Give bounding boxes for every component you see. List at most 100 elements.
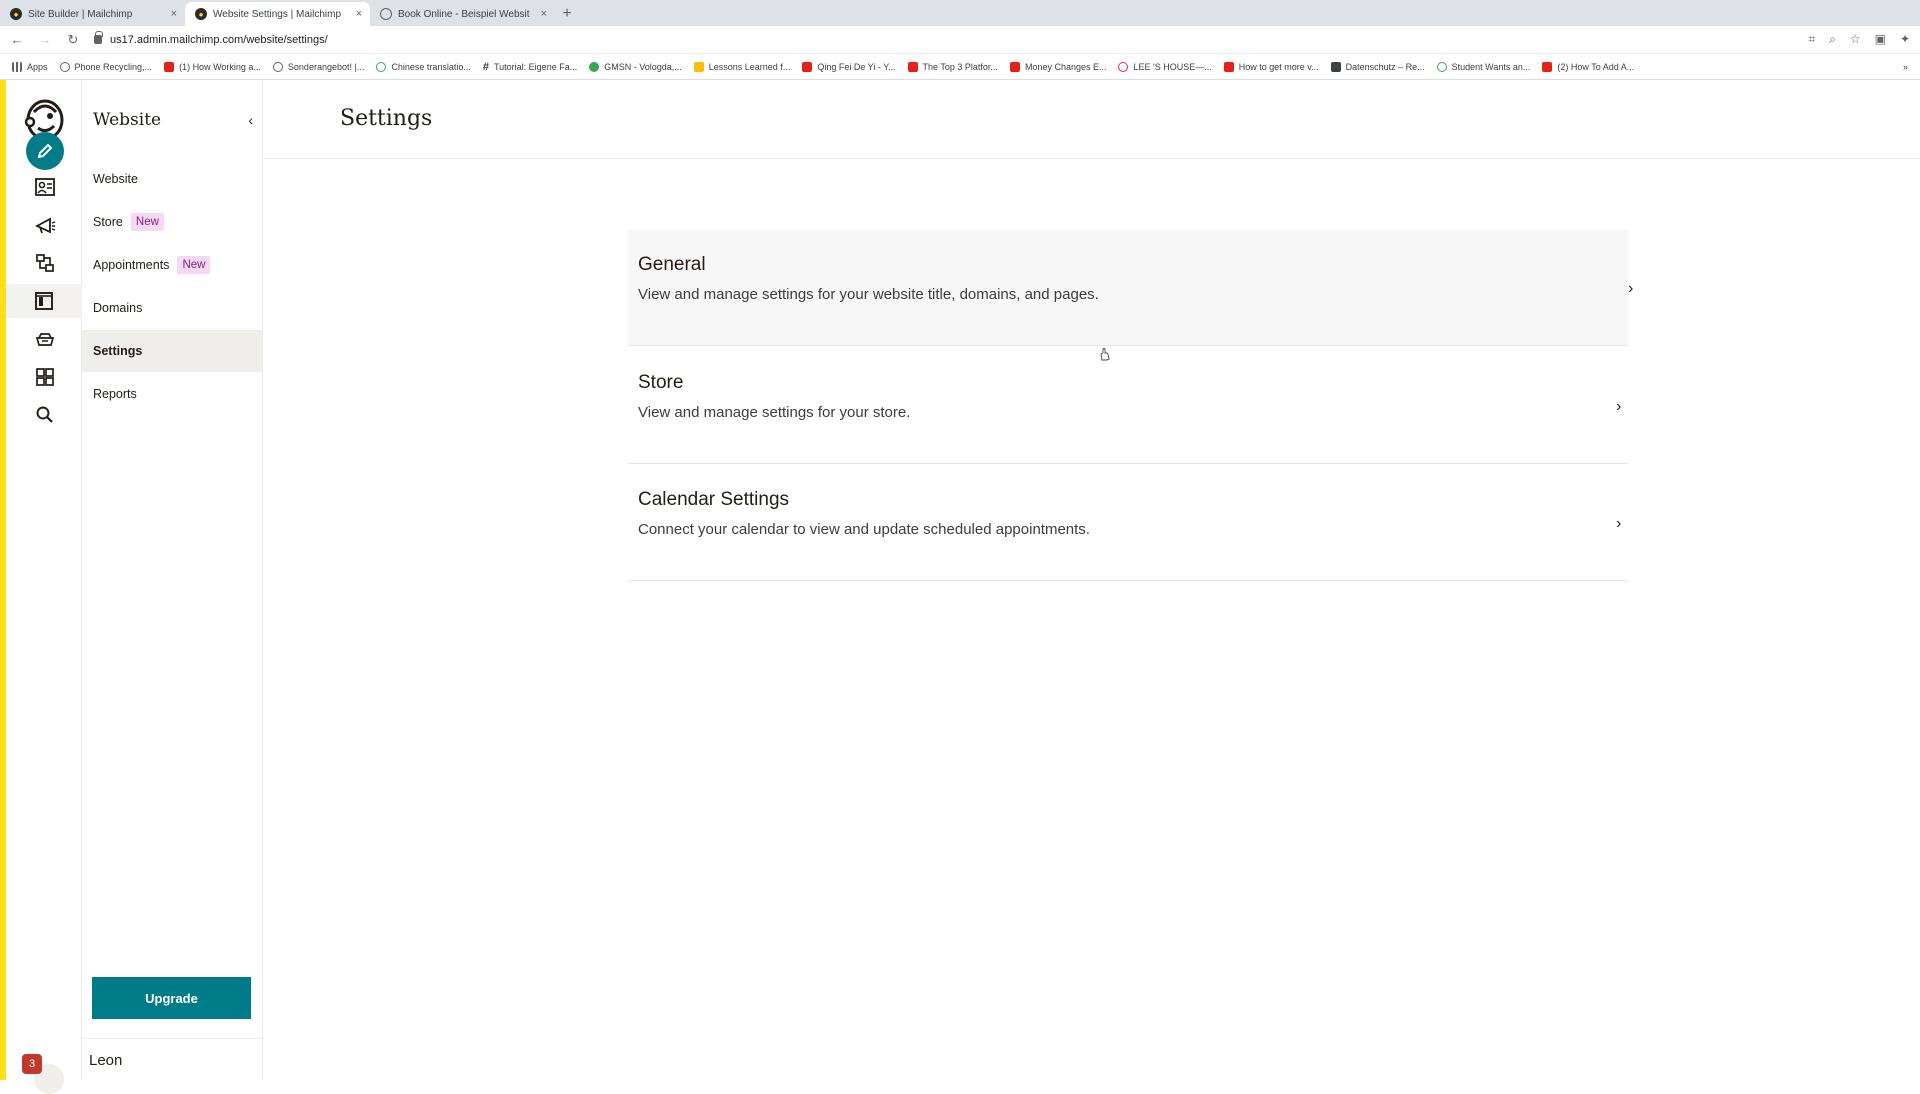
bookmark-label: Lessons Learned f... — [708, 61, 791, 72]
new-tab-button[interactable]: + — [555, 2, 579, 26]
browser-tab-book-online[interactable]: Book Online - Beispiel Websit × — [370, 2, 555, 26]
tab-close-icon[interactable]: × — [171, 8, 177, 20]
url-text: us17.admin.mailchimp.com/website/setting… — [110, 33, 328, 46]
new-badge: New — [177, 256, 211, 274]
youtube-icon — [1009, 61, 1020, 72]
collapse-chevron-icon[interactable]: ‹ — [248, 112, 253, 128]
bookmark-label: Datenschutz – Re... — [1345, 61, 1425, 72]
search-icon[interactable] — [28, 398, 62, 432]
bookmark-label: Tutorial: Eigene Fa... — [494, 61, 578, 72]
bookmark-item[interactable]: Student Wants an... — [1436, 61, 1530, 72]
browser-tab-site-builder[interactable]: ● Site Builder | Mailchimp × — [0, 2, 185, 26]
bookmark-label: (2) How To Add A... — [1557, 61, 1635, 72]
back-icon[interactable]: ← — [10, 32, 24, 47]
subnav-item-store[interactable]: Store New — [82, 201, 263, 243]
bookmark-label: Qing Fei De Yi - Y... — [817, 61, 896, 72]
bookmark-item[interactable]: # Tutorial: Eigene Fa... — [483, 61, 577, 73]
browser-tab-website-settings[interactable]: ● Website Settings | Mailchimp × — [185, 2, 370, 26]
bookmark-item[interactable]: Phone Recycling,... — [59, 61, 152, 72]
mouse-cursor-icon — [1100, 348, 1110, 361]
bookmark-item[interactable]: Lessons Learned f... — [693, 61, 791, 72]
tab-label: Site Builder | Mailchimp — [28, 8, 133, 20]
bookmark-item[interactable]: Chinese translatio... — [376, 61, 471, 72]
page-title: Settings — [340, 106, 433, 131]
chevron-right-icon: › — [1616, 398, 1622, 415]
card-description: View and manage settings for your store. — [638, 404, 911, 421]
card-description: View and manage settings for your websit… — [638, 286, 1099, 303]
bookmark-favicon-icon — [589, 61, 600, 72]
new-badge: New — [130, 213, 164, 231]
chevron-right-icon: › — [1616, 515, 1622, 532]
bookmark-item[interactable]: Money Changes E... — [1009, 61, 1106, 72]
subnav-item-appointments[interactable]: Appointments New — [82, 244, 263, 286]
bookmark-item[interactable]: GMSN - Vologda,... — [589, 61, 682, 72]
bookmark-label: Apps — [27, 61, 48, 72]
forward-icon[interactable]: → — [38, 32, 52, 47]
subnav-item-label: Domains — [93, 301, 143, 315]
hashtag-icon: # — [482, 60, 489, 73]
mailchimp-app: 3 Website ‹ Website Store New Appointmen… — [0, 80, 1920, 1094]
settings-card-store[interactable]: Store View and manage settings for your … — [628, 348, 1628, 464]
youtube-icon — [802, 61, 813, 72]
youtube-icon — [164, 61, 175, 72]
tab-close-icon[interactable]: × — [541, 8, 547, 20]
bookmark-favicon-icon — [1436, 61, 1447, 72]
chevron-right-icon: › — [1628, 280, 1634, 297]
subnav-item-settings[interactable]: Settings — [82, 330, 263, 372]
automation-icon[interactable] — [28, 246, 62, 280]
reload-icon[interactable]: ↻ — [66, 32, 80, 48]
bookmark-favicon-icon — [693, 61, 704, 72]
apps-grid-icon — [12, 61, 22, 72]
account-name[interactable]: Leon — [89, 1052, 122, 1069]
bookmark-item[interactable]: (1) How Working a... — [164, 61, 261, 72]
tab-label: Website Settings | Mailchimp — [213, 8, 342, 20]
zoom-icon[interactable]: ⌕ — [1829, 32, 1836, 47]
bookmark-label: GMSN - Vologda,... — [604, 61, 682, 72]
campaign-icon[interactable] — [28, 208, 62, 242]
subnav-item-reports[interactable]: Reports — [82, 373, 263, 415]
mailchimp-favicon-icon: ● — [10, 8, 22, 20]
card-title: Calendar Settings — [638, 489, 790, 510]
puzzle-icon[interactable]: ✦ — [1900, 32, 1910, 47]
subnav-item-website[interactable]: Website — [82, 158, 263, 200]
bookmark-apps[interactable]: Apps — [12, 61, 48, 72]
card-title: General — [638, 254, 706, 275]
subnav-item-domains[interactable]: Domains — [82, 287, 263, 329]
bookmarks-bar: Apps Phone Recycling,... (1) How Working… — [0, 54, 1920, 80]
bookmark-label: Sonderangebot! |... — [287, 61, 365, 72]
audience-icon[interactable] — [28, 170, 62, 204]
url-field[interactable]: us17.admin.mailchimp.com/website/setting… — [94, 31, 1794, 46]
mailchimp-favicon-icon: ● — [195, 8, 207, 20]
bookmark-item[interactable]: Qing Fei De Yi - Y... — [802, 61, 896, 72]
bookmark-favicon-icon — [1118, 61, 1129, 72]
integrations-icon[interactable] — [28, 360, 62, 394]
bookmark-item[interactable]: LEE 'S HOUSE—... — [1118, 61, 1212, 72]
notification-badge[interactable]: 3 — [22, 1054, 42, 1074]
pencil-icon[interactable] — [26, 132, 64, 170]
bookmark-item[interactable]: How to get more v... — [1223, 61, 1319, 72]
upgrade-button[interactable]: Upgrade — [92, 977, 251, 1019]
extension-icon[interactable]: ▣ — [1875, 32, 1886, 47]
settings-card-general[interactable]: General View and manage settings for you… — [628, 230, 1633, 346]
translate-icon[interactable]: ⌗ — [1808, 32, 1815, 47]
subnav-item-label: Reports — [93, 387, 137, 401]
card-description: Connect your calendar to view and update… — [638, 521, 1090, 538]
bookmark-star-icon[interactable]: ☆ — [1850, 32, 1861, 47]
subnav-title: Website — [93, 110, 162, 130]
subnav-item-label: Appointments — [93, 258, 170, 272]
bookmark-item[interactable]: Datenschutz – Re... — [1330, 61, 1425, 72]
content-icon[interactable] — [28, 322, 62, 356]
tab-label: Book Online - Beispiel Websit — [398, 8, 530, 20]
bookmark-item[interactable]: Sonderangebot! |... — [272, 61, 365, 72]
tab-close-icon[interactable]: × — [356, 8, 362, 20]
bookmark-item[interactable]: The Top 3 Platfor... — [907, 61, 998, 72]
website-icon[interactable] — [6, 284, 82, 318]
bookmark-favicon-icon — [376, 61, 387, 72]
youtube-icon — [1542, 61, 1553, 72]
settings-card-calendar[interactable]: Calendar Settings Connect your calendar … — [628, 465, 1628, 581]
bookmarks-overflow[interactable]: » — [1903, 62, 1908, 72]
bookmark-item[interactable]: (2) How To Add A... — [1542, 61, 1635, 72]
divider — [82, 1038, 263, 1039]
bookmark-label: The Top 3 Platfor... — [922, 61, 998, 72]
card-title: Store — [638, 372, 684, 393]
